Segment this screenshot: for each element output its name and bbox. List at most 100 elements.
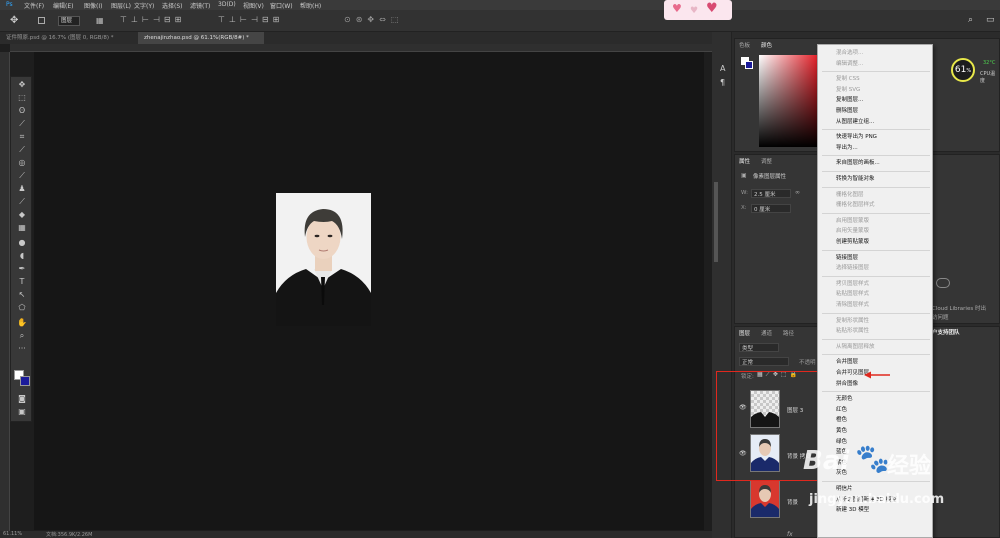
tab-color[interactable]: 颜色	[761, 41, 772, 49]
move-tool-icon[interactable]: ✥	[13, 79, 31, 91]
more-tools-icon[interactable]: ···	[13, 343, 31, 355]
x-input[interactable]: 0 厘米	[751, 204, 791, 213]
shape-tool-icon[interactable]: ⬠	[13, 302, 31, 314]
link-icon[interactable]: ∞	[795, 189, 800, 196]
blend-mode-select[interactable]: 正常	[739, 357, 789, 366]
menu-item[interactable]: 帮助(H)	[300, 1, 321, 10]
pixel-layer-icon: ▣	[741, 172, 747, 179]
context-menu-item: 清除图层样式	[836, 302, 870, 308]
layer-kind-filter[interactable]: 类型	[739, 343, 779, 352]
menu-item[interactable]: 图层(L)	[111, 1, 131, 10]
opacity-label: 不透明	[799, 360, 816, 366]
dodge-tool-icon[interactable]: ◖	[13, 250, 31, 262]
marquee-tool-icon[interactable]: ⬚	[13, 92, 31, 104]
menu-item[interactable]: 选择(S)	[162, 1, 183, 10]
context-menu-item[interactable]: 转换为智能对象	[836, 174, 875, 182]
hand-tool-icon[interactable]: ✋	[13, 317, 31, 329]
width-label: W:	[741, 190, 748, 196]
menu-item[interactable]: 图像(I)	[84, 1, 102, 10]
path-select-tool-icon[interactable]: ↖	[13, 289, 31, 301]
tab-adjustments[interactable]: 调整	[761, 157, 772, 165]
context-menu-item[interactable]: 快速导出为 PNG	[836, 132, 877, 140]
tab-swatches[interactable]: 色板	[739, 41, 750, 49]
type-tool-icon[interactable]: T	[13, 276, 31, 288]
support-link[interactable]: 户支持团队	[932, 328, 960, 336]
menu-item[interactable]: 编辑(E)	[53, 1, 73, 10]
context-menu-item[interactable]: 黄色	[836, 426, 847, 434]
tab-properties[interactable]: 属性	[739, 157, 750, 165]
color-picker-field[interactable]	[759, 55, 821, 147]
3d-mode-icons[interactable]: ⊙⊛✥⇔⬚	[344, 15, 403, 24]
move-tool-icon[interactable]: ✥	[10, 15, 18, 26]
crop-tool-icon[interactable]: ⌗	[13, 131, 31, 143]
scrollbar-handle[interactable]	[714, 182, 718, 262]
quick-select-tool-icon[interactable]: ⟋	[13, 118, 31, 130]
tab-layers[interactable]: 图层	[739, 329, 750, 337]
tab-paths[interactable]: 路径	[783, 329, 794, 337]
quick-mask-icon[interactable]: ◙	[13, 393, 31, 405]
eraser-tool-icon[interactable]: ◆	[13, 209, 31, 221]
menu-item[interactable]: 滤镜(T)	[190, 1, 210, 10]
lasso-tool-icon[interactable]: ʘ	[13, 105, 31, 117]
context-menu-item[interactable]: 无颜色	[836, 394, 853, 402]
menu-separator	[822, 338, 930, 340]
vertical-ruler	[0, 52, 10, 532]
context-menu-item[interactable]: 拼合图像	[836, 379, 858, 387]
context-menu-item[interactable]: 导出为...	[836, 143, 858, 151]
tab-channels[interactable]: 通道	[761, 329, 772, 337]
blur-tool-icon[interactable]: ●	[13, 237, 31, 249]
zoom-level: 61.11%	[3, 531, 23, 537]
tab-document-1[interactable]: 证件照原.psd @ 16.7% (图层 0, RGB/8) *	[0, 32, 138, 44]
search-icon[interactable]: ⌕	[968, 15, 973, 25]
paragraph-panel-icon[interactable]: ¶	[720, 78, 725, 87]
menu-separator	[822, 391, 930, 393]
background-color-swatch[interactable]	[745, 61, 753, 69]
transform-controls-icon[interactable]: ▦	[96, 16, 104, 25]
menu-item[interactable]: 3D(D)	[218, 1, 236, 8]
tab-label: zhenajinzhao.psd @ 61.1%(RGB/8#) *	[144, 35, 249, 41]
eyedropper-tool-icon[interactable]: ⟋	[13, 144, 31, 156]
menu-item[interactable]: 视图(V)	[243, 1, 264, 10]
width-input[interactable]: 2.5 厘米	[751, 189, 791, 198]
healing-tool-icon[interactable]: ◎	[13, 157, 31, 169]
context-menu-item[interactable]: 删除图层	[836, 106, 858, 114]
watermark-brand-cn: 经验	[887, 454, 932, 479]
menu-item[interactable]: 窗口(W)	[270, 1, 293, 10]
gradient-tool-icon[interactable]: ▦	[13, 222, 31, 234]
context-menu-item[interactable]: 链接图层	[836, 253, 858, 261]
context-menu-item[interactable]: 红色	[836, 405, 847, 413]
context-menu-item: 栅格化图层样式	[836, 202, 875, 209]
tab-document-2[interactable]: zhenajinzhao.psd @ 61.1%(RGB/8#) *	[138, 32, 264, 44]
auto-select-dropdown[interactable]: 图层	[58, 16, 80, 26]
thumbnail-image	[751, 485, 779, 517]
menu-item[interactable]: 文字(Y)	[134, 1, 154, 10]
context-menu-item[interactable]: 创建剪贴蒙版	[836, 237, 869, 245]
context-menu-item[interactable]: 合并图层	[836, 357, 858, 365]
background-color-swatch[interactable]	[20, 376, 30, 386]
context-menu-item[interactable]: 来自图层的画板...	[836, 158, 880, 166]
distribute-icons[interactable]: ⊤⊥⊢⊣⊟⊞	[218, 15, 283, 24]
layer-name[interactable]: 背景	[787, 498, 798, 506]
context-menu-item[interactable]: 橙色	[836, 415, 847, 423]
context-menu-item: 选择链接图层	[836, 265, 870, 272]
stamp-tool-icon[interactable]: ♟	[13, 183, 31, 195]
menu-item[interactable]: 文件(F)	[24, 1, 44, 10]
history-brush-tool-icon[interactable]: ⟋	[13, 196, 31, 208]
cloud-error-text: Cloud Libraries 时出	[932, 306, 986, 312]
context-menu-item: 复制 CSS	[836, 76, 860, 83]
brush-tool-icon[interactable]: ⟋	[13, 170, 31, 182]
pen-tool-icon[interactable]: ✒	[13, 263, 31, 275]
character-panel-icon[interactable]: A	[720, 64, 725, 73]
baidu-jingyan-watermark: Bai 🐾 经验 jingyan.baidu.com	[803, 434, 973, 524]
context-menu-item: 编辑调整...	[836, 60, 864, 67]
fx-icon[interactable]: fx	[787, 531, 793, 538]
workspace-icon[interactable]: ▭	[986, 15, 995, 25]
align-icons[interactable]: ⊤⊥⊢⊣⊟⊞	[120, 15, 185, 24]
photoshop-logo-icon: Ps	[6, 1, 13, 8]
screen-mode-icon[interactable]: ▣	[13, 406, 31, 418]
zoom-tool-icon[interactable]: ⌕	[13, 330, 31, 342]
auto-select-checkbox[interactable]	[38, 17, 45, 24]
context-menu-item[interactable]: 复制图层...	[836, 95, 863, 103]
heart-icon: ♥	[690, 6, 699, 16]
context-menu-item[interactable]: 从图层建立组...	[836, 117, 874, 125]
